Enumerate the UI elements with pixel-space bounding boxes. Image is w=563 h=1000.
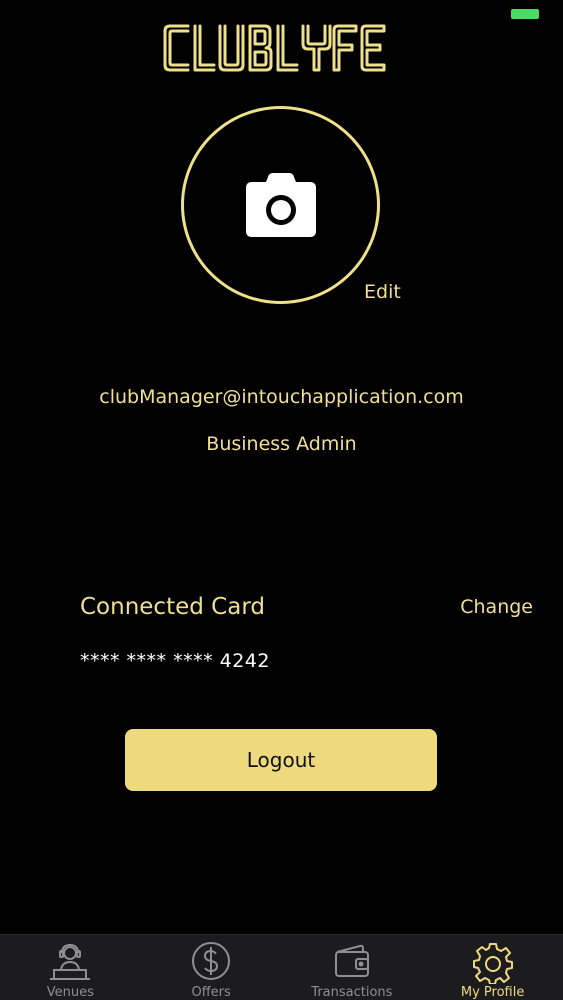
profile-photo-button[interactable] [181,106,380,304]
change-card-link[interactable]: Change [460,596,533,618]
edit-photo-link[interactable]: Edit [364,281,401,303]
tab-label: My Profile [460,985,525,1000]
tab-venues[interactable]: Venues [0,935,141,1000]
clublyfe-logo-icon [163,24,385,72]
profile-role: Business Admin [206,433,357,455]
gear-icon [471,940,515,984]
wallet-icon [330,940,374,984]
dollar-icon [189,940,233,984]
tab-label: Offers [191,985,231,1000]
app-logo [0,20,563,76]
tab-offers[interactable]: Offers [141,935,282,1000]
camera-icon [245,173,316,237]
tab-label: Transactions [311,985,393,1000]
connected-card-title: Connected Card [80,594,265,620]
dj-icon [48,940,92,984]
logout-button[interactable]: Logout [125,729,437,791]
tab-label: Venues [46,985,94,1000]
tab-my-profile[interactable]: My Profile [422,935,563,1000]
tab-bar: Venues Offers Transactions My Profile [0,934,563,1000]
profile-email: clubManager@intouchapplication.com [99,386,464,408]
card-number: **** **** **** 4242 [80,650,270,672]
battery-indicator [511,9,539,19]
tab-transactions[interactable]: Transactions [282,935,423,1000]
